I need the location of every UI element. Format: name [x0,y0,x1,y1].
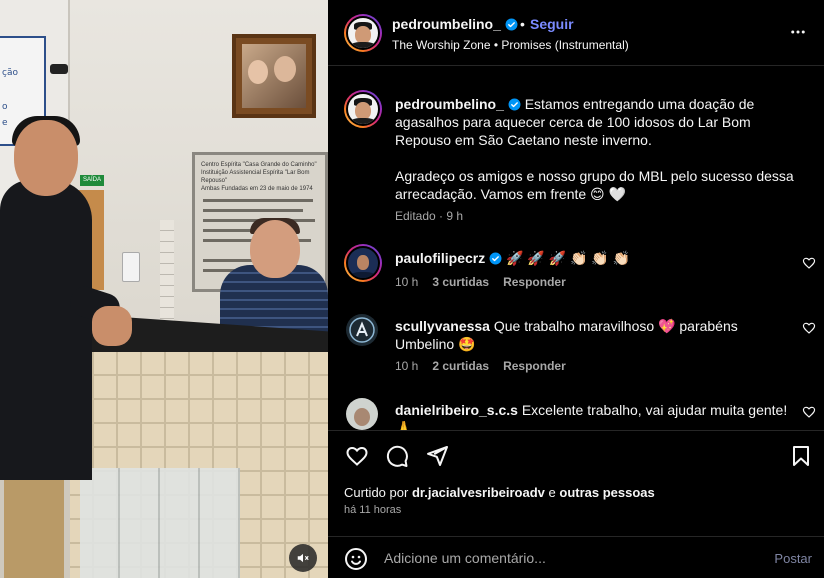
comment-likes[interactable]: 3 curtidas [432,275,489,289]
comment-like-heart-icon[interactable] [802,321,816,335]
glass-blocks [80,468,240,578]
comment-likes[interactable]: 2 curtidas [432,359,489,373]
post-panel: pedroumbelino_ • Seguir The Worship Zone… [328,0,824,578]
caption-username[interactable]: pedroumbelino_ [395,96,504,112]
wall-sign-text: e [2,118,8,128]
comment-username[interactable]: danielribeiro_s.c.s [395,402,518,418]
verified-badge-icon [508,98,521,111]
sanitizer-dispenser [122,252,140,282]
like-button[interactable] [344,443,370,469]
plaque-line: Instituição Assistencial Espírita "Lar B… [201,170,310,184]
comment-body: 🚀 🚀 🚀 👏🏻 👏🏻 👏🏻 [506,250,631,266]
more-horizontal-icon [791,30,805,34]
post-video[interactable]: ção o e Centro Espírita "Casa Grande do … [0,0,328,578]
comment-username[interactable]: paulofilipecrz [395,250,485,266]
comment-avatar[interactable] [346,398,378,430]
emoji-button[interactable] [344,547,368,571]
add-comment-input[interactable] [384,550,744,566]
caption-avatar[interactable] [344,90,382,128]
more-options-button[interactable] [788,22,808,42]
verified-badge-icon [505,18,518,30]
wall-sign-text: o [2,102,8,112]
security-camera [50,64,68,74]
heart-icon [346,446,368,466]
wall-sign-text: ção [2,68,18,78]
comment-text: scullyvanessa Que trabalho maravilhoso 💖… [395,317,795,353]
reply-button[interactable]: Responder [503,275,566,289]
wall-portrait [232,34,316,118]
share-button[interactable] [424,443,450,469]
liked-by: Curtido por dr.jacialvesribeiroadv e out… [344,485,655,500]
wall-tiles [160,220,174,330]
author-username[interactable]: pedroumbelino_ [392,16,518,32]
caption-meta: Editado · 9 h [395,209,463,223]
liked-by-prefix: Curtido por [344,485,409,500]
post-header: pedroumbelino_ • Seguir The Worship Zone… [328,0,824,66]
save-button[interactable] [788,443,814,469]
separator-dot: • [520,16,525,32]
emoji-icon [345,548,367,570]
post-timestamp[interactable]: há 11 horas [344,504,401,516]
caption-paragraph-2: Agradeço os amigos e nosso grupo do MBL … [395,168,794,202]
comment-like-heart-icon[interactable] [802,256,816,270]
person-standing-head [14,120,78,196]
share-icon [427,446,448,466]
comment-text: danielribeiro_s.c.s Excelente trabalho, … [395,401,795,430]
add-comment-bar: Postar [328,536,824,578]
caption-edited-time: Editado · 9 h [395,209,464,223]
post-comment-button[interactable]: Postar [774,551,812,566]
mute-button[interactable] [289,544,317,572]
author-avatar[interactable] [344,14,382,52]
comment-username[interactable]: scullyvanessa [395,318,490,334]
comment-button[interactable] [384,443,410,469]
exit-sign: SAÍDA [80,175,104,186]
caption-text: pedroumbelino_ Estamos entregando uma do… [395,95,795,149]
comment-icon [386,445,408,467]
comment-time: 10 h [395,359,419,373]
letter-a-logo-icon [349,317,375,343]
comment-avatar[interactable] [344,244,382,282]
plaque-line: Ambas Fundadas em 23 de maio de 1974 [201,186,313,192]
comments-list[interactable]: pedroumbelino_ Estamos entregando uma do… [328,66,824,430]
liked-by-user[interactable]: dr.jacialvesribeiroadv [412,485,545,500]
follow-button[interactable]: Seguir [530,16,574,32]
plaque-line: Centro Espírita "Casa Grande do Caminho" [201,162,317,168]
comment-meta: 10 h 2 curtidas Responder [395,359,566,373]
comment-text: paulofilipecrz 🚀 🚀 🚀 👏🏻 👏🏻 👏🏻 [395,249,795,267]
liked-by-others[interactable]: outras pessoas [559,485,654,500]
post-actions-bar [328,430,824,478]
video-frame: ção o e Centro Espírita "Casa Grande do … [0,0,328,578]
verified-badge-icon [489,252,502,265]
person-standing [0,180,92,480]
comment-meta: 10 h 3 curtidas Responder [395,275,566,289]
person-seated-head [250,220,300,278]
liked-by-connector: e [548,485,556,500]
reply-button[interactable]: Responder [503,359,566,373]
comment-time: 10 h [395,275,419,289]
bookmark-icon [793,446,809,466]
author-username-text[interactable]: pedroumbelino_ [392,16,501,32]
comment-like-heart-icon[interactable] [802,405,816,419]
comment-avatar[interactable] [346,314,378,346]
audio-track[interactable]: The Worship Zone • Promises (Instrumenta… [392,38,629,52]
speaker-muted-icon [297,553,309,563]
